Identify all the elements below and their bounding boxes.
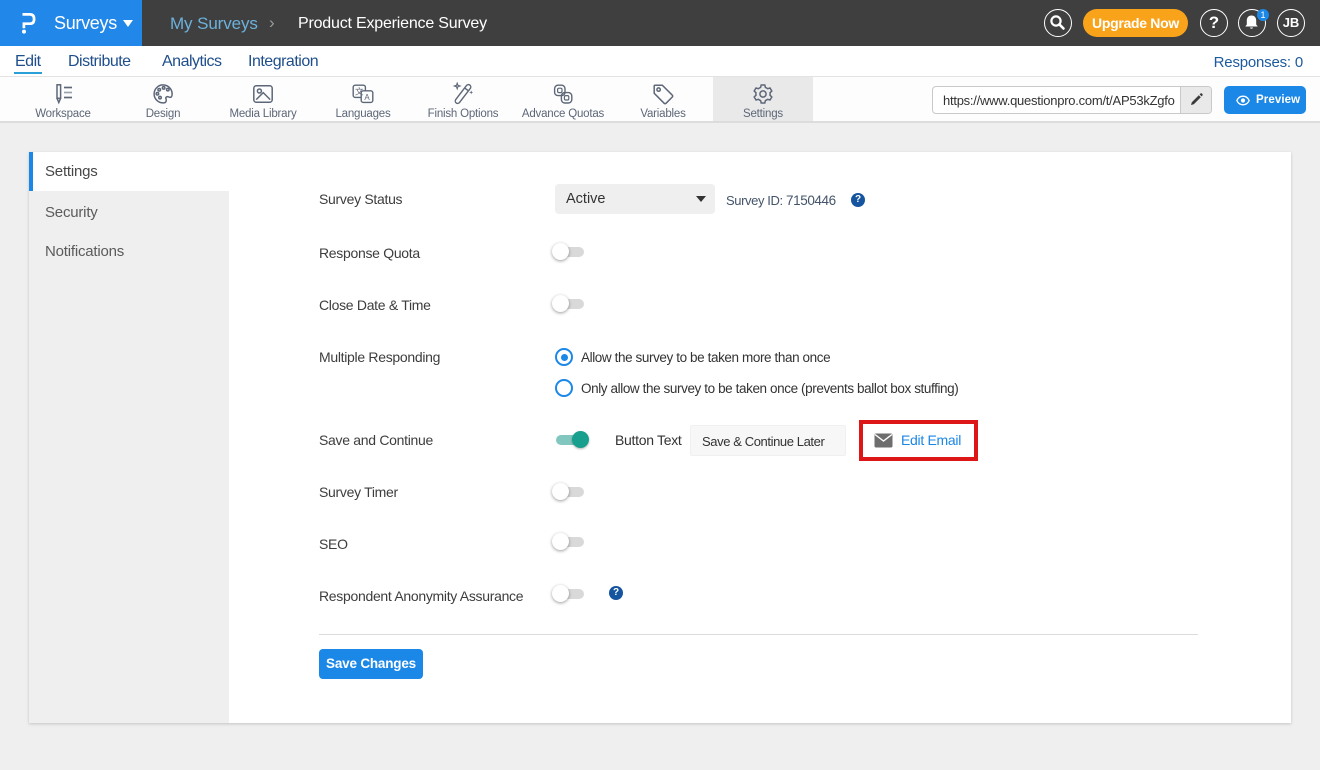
svg-text:A: A	[364, 93, 370, 102]
svg-text:文: 文	[355, 86, 364, 96]
